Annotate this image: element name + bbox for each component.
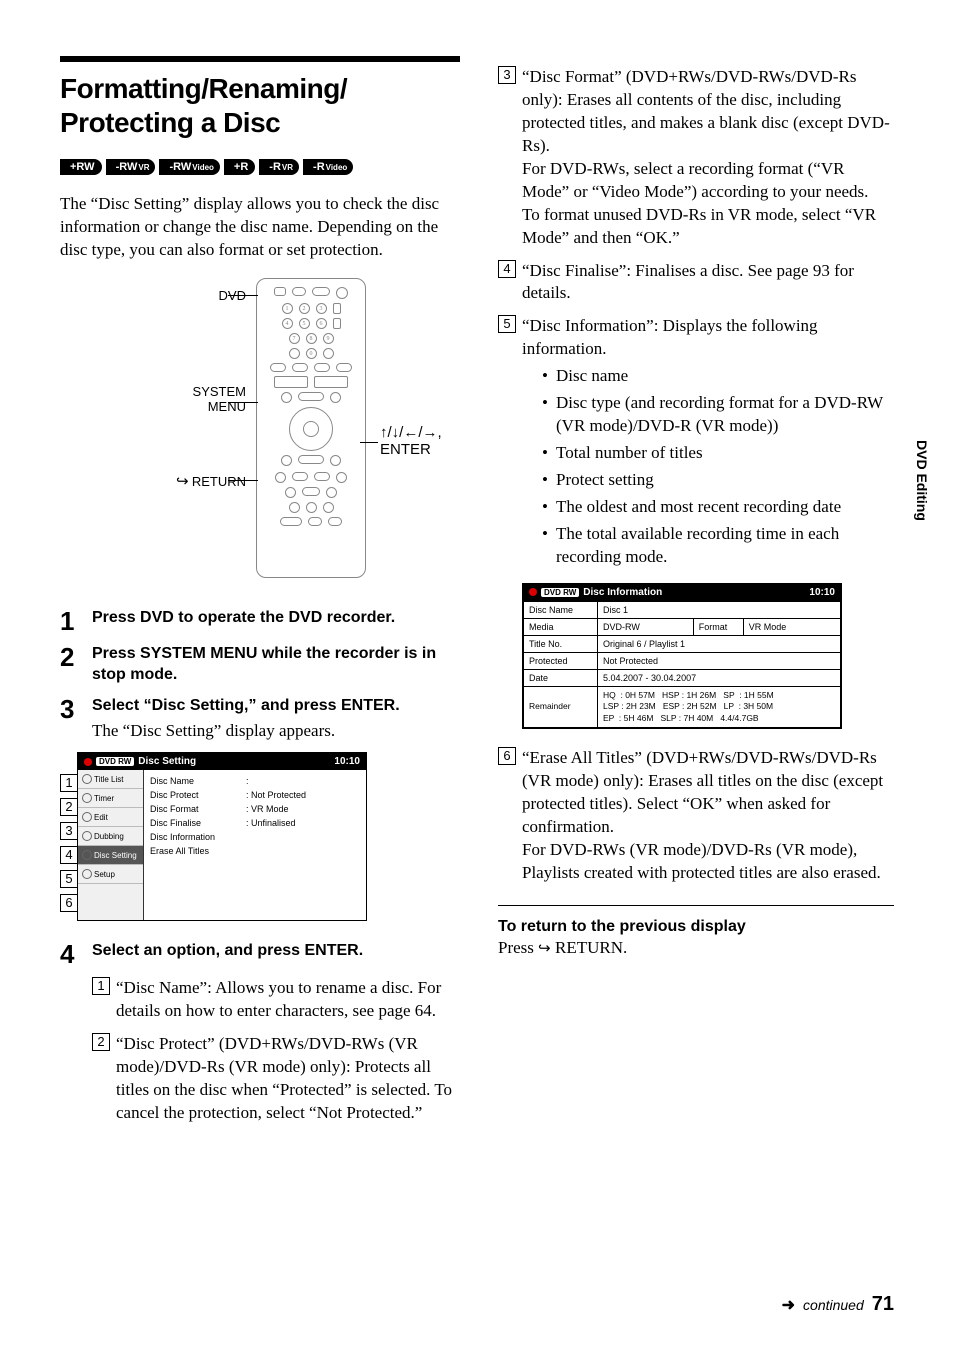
option-4: 4 “Disc Finalise”: Finalises a disc. See…	[498, 260, 894, 306]
return-icon: ↩	[176, 472, 189, 490]
tag-minus-r-vr: -RVR	[259, 159, 299, 175]
callout-4: 4	[60, 846, 78, 864]
label-arrows-enter: ↑/↓/←/→,ENTER	[380, 424, 442, 458]
dubbing-icon	[82, 831, 92, 841]
tag-plus-rw: +RW	[60, 159, 102, 175]
bullet: Disc name	[542, 365, 894, 388]
record-icon	[529, 588, 537, 596]
opt-disc-information: Disc Information	[150, 830, 360, 844]
separator	[498, 905, 894, 906]
bullet: The total available recording time in ea…	[542, 523, 894, 569]
option-6: 6 “Erase All Titles” (DVD+RWs/DVD-RWs/DV…	[498, 747, 894, 885]
row-titleno: Title No.Original 6 / Playlist 1	[524, 635, 841, 652]
label-return: ↩ RETURN	[176, 472, 246, 490]
tab-timer: Timer	[78, 789, 143, 808]
tab-setup: Setup	[78, 865, 143, 884]
page-title: Formatting/Renaming/ Protecting a Disc	[60, 72, 464, 139]
record-icon	[84, 758, 92, 766]
row-disc-name: Disc NameDisc 1	[524, 601, 841, 618]
disc-setting-screenshot: 1 2 3 4 5 6 DVD RW Disc Setting 10:10 Tit…	[60, 752, 464, 921]
bullet: Disc type (and recording format for a DV…	[542, 392, 894, 438]
opt-erase-all: Erase All Titles	[150, 844, 360, 858]
clock: 10:10	[334, 756, 360, 767]
disc-setting-icon	[82, 850, 92, 860]
dvd-rw-badge: DVD RW	[96, 757, 134, 766]
row-date: Date5.04.2007 - 30.04.2007	[524, 669, 841, 686]
intro-text: The “Disc Setting” display allows you to…	[60, 193, 464, 262]
page-number: 71	[872, 1293, 894, 1316]
tag-minus-rw-vr: -RWVR	[106, 159, 156, 175]
callout-5: 5	[60, 870, 78, 888]
step-2: 2 Press SYSTEM MENU while the recorder i…	[60, 644, 464, 686]
label-system-menu: SYSTEMMENU	[193, 384, 246, 414]
tag-minus-rw-video: -RWVideo	[159, 159, 219, 175]
row-protected: ProtectedNot Protected	[524, 652, 841, 669]
opt-disc-finalise: Disc Finalise: Unfinalised	[150, 816, 360, 830]
step-3: 3 Select “Disc Setting,” and press ENTER…	[60, 696, 464, 743]
step-1: 1 Press DVD to operate the DVD recorder.	[60, 608, 464, 634]
opt-disc-protect: Disc Protect: Not Protected	[150, 788, 360, 802]
option-5: 5 “Disc Information”: Displays the follo…	[498, 315, 894, 568]
tab-edit: Edit	[78, 808, 143, 827]
bullet: The oldest and most recent recording dat…	[542, 496, 894, 519]
dvd-rw-badge: DVD RW	[541, 588, 579, 597]
bullet: Protect setting	[542, 469, 894, 492]
row-media: MediaDVD-RWFormatVR Mode	[524, 618, 841, 635]
remote-diagram: 123 456 789 0 DVD SYSTEMMENU ↩	[60, 278, 464, 598]
title-list-icon	[82, 774, 92, 784]
setup-icon	[82, 869, 92, 879]
edit-icon	[82, 812, 92, 822]
return-icon: ↩	[538, 939, 551, 958]
row-remainder: RemainderHQ : 0H 57M HSP : 1H 26M SP : 1…	[524, 686, 841, 727]
callout-2: 2	[60, 798, 78, 816]
option-2: 2 “Disc Protect” (DVD+RWs/DVD-RWs (VR mo…	[92, 1033, 464, 1125]
opt-disc-format: Disc Format: VR Mode	[150, 802, 360, 816]
timer-icon	[82, 793, 92, 803]
title-rule	[60, 56, 460, 62]
opt-disc-name: Disc Name:	[150, 774, 360, 788]
tab-dubbing: Dubbing	[78, 827, 143, 846]
disc-type-tags: +RW -RWVR -RWVideo +R -RVR -RVideo	[60, 159, 464, 175]
tag-minus-r-video: -RVideo	[303, 159, 353, 175]
page-footer: ➜ continued 71	[782, 1293, 894, 1316]
disc-info-bullets: Disc name Disc type (and recording forma…	[542, 365, 894, 569]
bullet: Total number of titles	[542, 442, 894, 465]
option-3: 3 “Disc Format” (DVD+RWs/DVD-RWs/DVD-Rs …	[498, 66, 894, 250]
tab-disc-setting: Disc Setting	[78, 846, 143, 865]
tab-title-list: Title List	[78, 770, 143, 789]
callout-3: 3	[60, 822, 78, 840]
tag-plus-r: +R	[224, 159, 255, 175]
return-heading: To return to the previous display	[498, 918, 894, 936]
return-text: Press ↩ RETURN.	[498, 938, 894, 958]
arrow-icon: ➜	[782, 1295, 795, 1315]
clock: 10:10	[809, 587, 835, 598]
callout-1: 1	[60, 774, 78, 792]
callout-6: 6	[60, 894, 78, 912]
disc-info-screenshot: DVD RWDisc Information 10:10 Disc NameDi…	[522, 583, 842, 729]
option-1: 1 “Disc Name”: Allows you to rename a di…	[92, 977, 464, 1023]
step-4: 4 Select an option, and press ENTER.	[60, 941, 464, 967]
section-side-tab: DVD Editing	[914, 440, 930, 521]
